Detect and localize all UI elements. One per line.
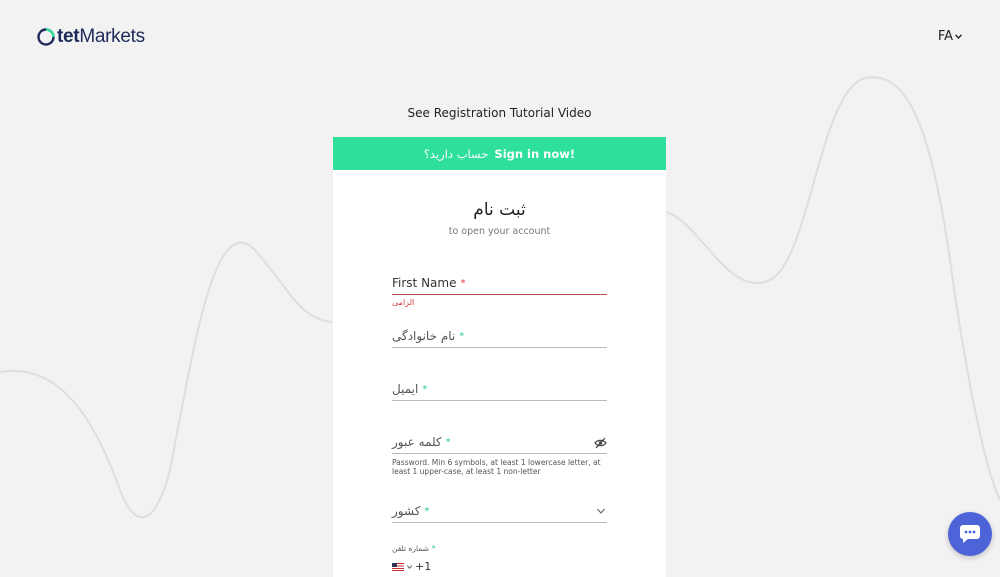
- email-field[interactable]: ایمیل *: [392, 382, 607, 401]
- form-title: ثبت نام: [473, 200, 526, 220]
- brand-logo[interactable]: tetMarkets: [36, 26, 145, 48]
- required-star: *: [422, 383, 428, 395]
- required-star: *: [459, 330, 465, 342]
- chat-bubble-icon: [960, 525, 980, 543]
- required-star: *: [431, 544, 436, 553]
- country-select[interactable]: کشور *: [392, 504, 607, 523]
- email-label: ایمیل: [392, 382, 419, 396]
- email-underline: [392, 400, 607, 401]
- eye-slash-icon[interactable]: [594, 437, 607, 449]
- chat-button[interactable]: [948, 512, 992, 556]
- phone-field[interactable]: شماره تلفن * +1: [392, 544, 607, 573]
- last-name-label: نام خانوادگی: [392, 329, 456, 343]
- first-name-field[interactable]: First Name * الزامی: [392, 276, 607, 307]
- last-name-field[interactable]: نام خانوادگی *: [392, 329, 607, 348]
- language-selector[interactable]: FA: [938, 29, 962, 44]
- registration-tutorial-link[interactable]: See Registration Tutorial Video: [333, 106, 666, 120]
- country-underline: [392, 522, 607, 523]
- signin-bar[interactable]: حساب دارید؟ Sign in now!: [333, 137, 666, 170]
- phone-label: شماره تلفن: [392, 544, 429, 553]
- chevron-down-icon: [597, 508, 605, 514]
- first-name-underline: [392, 294, 607, 295]
- chevron-down-icon: [955, 34, 962, 39]
- password-field[interactable]: کلمه عبور * Password. Min 6 symbols, at …: [392, 435, 607, 476]
- signin-question: حساب دارید؟: [423, 146, 489, 161]
- language-code: FA: [937, 29, 953, 44]
- required-star: *: [460, 277, 466, 289]
- phone-dial-code[interactable]: +1: [415, 560, 431, 573]
- required-star: *: [445, 436, 451, 448]
- last-name-underline: [392, 347, 607, 348]
- required-star: *: [424, 505, 430, 517]
- registration-card: حساب دارید؟ Sign in now! ثبت نام to open…: [333, 137, 666, 577]
- us-flag-icon[interactable]: [392, 562, 404, 571]
- signin-link[interactable]: Sign in now!: [494, 147, 575, 161]
- password-underline: [392, 453, 607, 454]
- first-name-error: الزامی: [392, 298, 415, 307]
- form-subtitle: to open your account: [448, 226, 551, 237]
- password-hint: Password. Min 6 symbols, at least 1 lowe…: [392, 458, 601, 476]
- country-label: کشور: [392, 504, 421, 518]
- first-name-label: First Name: [392, 276, 457, 290]
- password-label: کلمه عبور: [392, 435, 442, 449]
- logo-ring-icon: [37, 28, 55, 46]
- logo-text: tetMarkets: [57, 26, 145, 47]
